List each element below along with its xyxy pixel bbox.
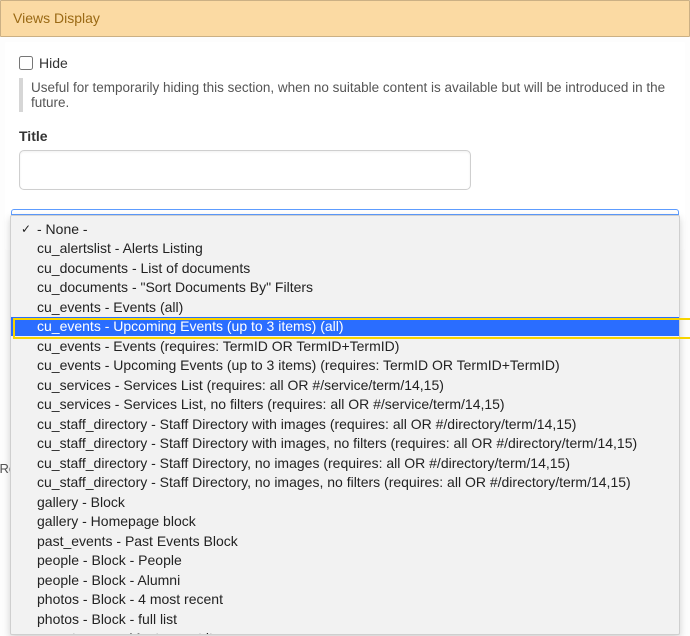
option-label: cu_services - Services List (requires: a… xyxy=(37,377,444,393)
option-label: recent_news - Most recent item xyxy=(37,630,232,635)
views-field-option[interactable]: cu_alertslist - Alerts Listing xyxy=(11,239,679,259)
views-field-option[interactable]: recent_news - Most recent item xyxy=(11,629,679,636)
views-field-option[interactable]: photos - Block - 4 most recent xyxy=(11,590,679,610)
title-input[interactable] xyxy=(19,150,471,190)
views-field-option[interactable]: cu_staff_directory - Staff Directory wit… xyxy=(11,414,679,434)
views-field-option[interactable]: cu_staff_directory - Staff Directory, no… xyxy=(11,473,679,493)
option-label: photos - Block - 4 most recent xyxy=(37,591,223,607)
option-label: gallery - Block xyxy=(37,494,125,510)
option-label: cu_events - Upcoming Events (up to 3 ite… xyxy=(37,318,344,334)
option-label: cu_staff_directory - Staff Directory wit… xyxy=(37,435,637,451)
option-label: people - Block - Alumni xyxy=(37,572,180,588)
views-field-option[interactable]: past_events - Past Events Block xyxy=(11,531,679,551)
option-label: cu_staff_directory - Staff Directory, no… xyxy=(37,474,631,490)
option-label: cu_services - Services List, no filters … xyxy=(37,396,505,412)
views-field-option[interactable]: cu_staff_directory - Staff Directory, no… xyxy=(11,453,679,473)
views-field-option[interactable]: cu_services - Services List, no filters … xyxy=(11,395,679,415)
hide-label[interactable]: Hide xyxy=(39,55,68,71)
views-field-option[interactable]: ✓ - None - xyxy=(11,219,679,239)
option-label: past_events - Past Events Block xyxy=(37,533,238,549)
views-display-header: Views Display xyxy=(0,0,690,37)
option-label: - None - xyxy=(37,221,88,237)
option-label: cu_documents - List of documents xyxy=(37,260,250,276)
views-field-dropdown[interactable]: ✓ - None - cu_alertslist - Alerts Listing c… xyxy=(10,209,680,635)
views-field-option[interactable]: cu_services - Services List (requires: a… xyxy=(11,375,679,395)
views-field-option[interactable]: cu_events - Events (requires: TermID OR … xyxy=(11,336,679,356)
option-label: gallery - Homepage block xyxy=(37,513,196,529)
views-field-option[interactable]: people - Block - People xyxy=(11,551,679,571)
views-field-option[interactable]: cu_documents - "Sort Documents By" Filte… xyxy=(11,278,679,298)
views-field-option[interactable]: people - Block - Alumni xyxy=(11,570,679,590)
views-field-option-list[interactable]: ✓ - None - cu_alertslist - Alerts Listing c… xyxy=(10,215,680,635)
hide-checkbox[interactable] xyxy=(19,56,33,70)
views-field-option[interactable]: cu_documents - List of documents xyxy=(11,258,679,278)
option-label: people - Block - People xyxy=(37,552,182,568)
option-label: cu_events - Events (requires: TermID OR … xyxy=(37,338,399,354)
option-label: cu_events - Upcoming Events (up to 3 ite… xyxy=(37,357,560,373)
hide-hint: Useful for temporarily hiding this secti… xyxy=(19,78,671,112)
views-field-option[interactable]: gallery - Block xyxy=(11,492,679,512)
views-field-option[interactable]: photos - Block - full list xyxy=(11,609,679,629)
views-field-option[interactable]: cu_events - Events (all) xyxy=(11,297,679,317)
option-label: cu_documents - "Sort Documents By" Filte… xyxy=(37,279,313,295)
views-field-option[interactable]: cu_staff_directory - Staff Directory wit… xyxy=(11,434,679,454)
hide-field: Hide xyxy=(19,55,671,71)
option-label: cu_staff_directory - Staff Directory wit… xyxy=(37,416,576,432)
option-label: cu_staff_directory - Staff Directory, no… xyxy=(37,455,570,471)
views-field-option[interactable]: gallery - Homepage block xyxy=(11,512,679,532)
title-label: Title xyxy=(19,128,671,144)
option-label: photos - Block - full list xyxy=(37,611,177,627)
option-label: cu_alertslist - Alerts Listing xyxy=(37,240,203,256)
checkmark-icon: ✓ xyxy=(19,222,33,236)
views-field-option[interactable]: cu_events - Upcoming Events (up to 3 ite… xyxy=(11,356,679,376)
option-label: cu_events - Events (all) xyxy=(37,299,183,315)
views-field-option[interactable]: cu_events - Upcoming Events (up to 3 ite… xyxy=(11,317,679,337)
